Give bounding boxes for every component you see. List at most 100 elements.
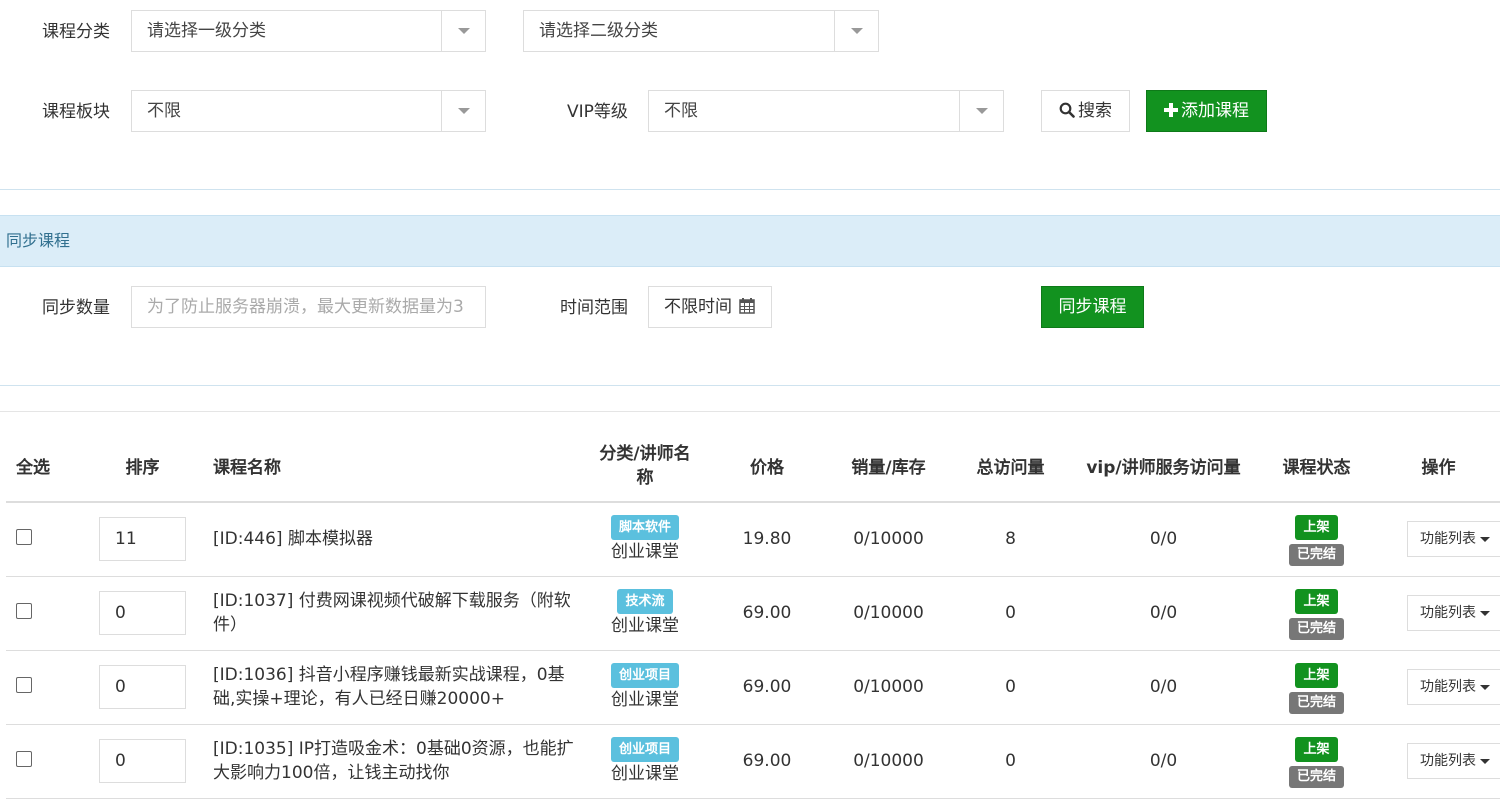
function-list-label: 功能列表 bbox=[1420, 605, 1476, 621]
sync-count-input[interactable]: 为了防止服务器崩溃，最大更新数据量为3 bbox=[131, 286, 486, 328]
status-done-badge: 已完结 bbox=[1288, 691, 1344, 714]
sales-cell: 0/10000 bbox=[827, 650, 950, 725]
table-header-row: 全选 排序 课程名称 分类/讲师名 称 价格 销量/库存 总访问量 vip/讲师… bbox=[6, 430, 1500, 503]
time-range-label: 时间范围 bbox=[560, 298, 628, 318]
function-list-dropdown[interactable]: 功能列表 bbox=[1407, 521, 1500, 558]
sales-header: 销量/库存 bbox=[827, 430, 950, 503]
vip-visits-cell: 0/0 bbox=[1071, 502, 1256, 577]
level2-category-value: 请选择二级分类 bbox=[539, 21, 658, 41]
teacher-name: 创业课堂 bbox=[611, 764, 679, 784]
price-cell: 69.00 bbox=[707, 650, 827, 725]
sort-header: 排序 bbox=[72, 430, 213, 503]
status-on-badge: 上架 bbox=[1295, 662, 1338, 688]
search-button[interactable]: 搜索 bbox=[1041, 90, 1130, 132]
chevron-down-icon bbox=[959, 91, 1003, 131]
price-header: 价格 bbox=[707, 430, 827, 503]
chevron-down-icon bbox=[834, 11, 878, 51]
divider bbox=[0, 189, 1500, 190]
level1-category-value: 请选择一级分类 bbox=[147, 21, 266, 41]
course-name: [ID:1036] 抖音小程序赚钱最新实战课程，0基础,实操+理论，有人已经日赚… bbox=[213, 665, 565, 709]
course-table: 全选 排序 课程名称 分类/讲师名 称 价格 销量/库存 总访问量 vip/讲师… bbox=[6, 430, 1500, 799]
divider bbox=[0, 411, 1500, 412]
caret-down-icon bbox=[1480, 610, 1490, 616]
sync-panel-header: 同步课程 bbox=[0, 215, 1500, 267]
sync-course-button[interactable]: 同步课程 bbox=[1041, 286, 1144, 328]
category-badge: 创业项目 bbox=[610, 663, 679, 688]
visits-cell: 0 bbox=[950, 576, 1071, 651]
teacher-name: 创业课堂 bbox=[611, 690, 679, 710]
table-row: 11 [ID:446] 脚本模拟器 脚本软件 创业课堂 19.80 0/1000… bbox=[6, 502, 1500, 577]
category-badge: 创业项目 bbox=[610, 737, 679, 762]
sync-panel-title: 同步课程 bbox=[6, 231, 71, 250]
block-select[interactable]: 不限 bbox=[131, 90, 486, 132]
course-name: [ID:1035] IP打造吸金术：0基础0资源，也能扩大影响力100倍，让钱主… bbox=[213, 739, 574, 783]
status-done-badge: 已完结 bbox=[1288, 617, 1344, 640]
caret-down-icon bbox=[1480, 758, 1490, 764]
sort-input[interactable]: 11 bbox=[99, 517, 186, 562]
time-range-value: 不限时间 bbox=[664, 297, 732, 317]
sort-input[interactable]: 0 bbox=[99, 739, 186, 783]
function-list-label: 功能列表 bbox=[1420, 679, 1476, 695]
category-header: 分类/讲师名 称 bbox=[583, 430, 707, 503]
select-all-header[interactable]: 全选 bbox=[6, 430, 72, 503]
level2-category-select[interactable]: 请选择二级分类 bbox=[523, 10, 879, 52]
caret-down-icon bbox=[1480, 684, 1490, 690]
add-course-label: 添加课程 bbox=[1181, 101, 1249, 121]
status-header: 课程状态 bbox=[1256, 430, 1377, 503]
visits-header: 总访问量 bbox=[950, 430, 1071, 503]
status-on-badge: 上架 bbox=[1295, 588, 1338, 614]
sort-input[interactable]: 0 bbox=[99, 591, 186, 635]
price-cell: 69.00 bbox=[707, 576, 827, 651]
course-name: [ID:1037] 付费网课视频代破解下载服务（附软件） bbox=[213, 591, 571, 635]
vip-value: 不限 bbox=[664, 101, 698, 121]
teacher-name: 创业课堂 bbox=[611, 616, 679, 636]
function-list-label: 功能列表 bbox=[1420, 531, 1476, 548]
sales-cell: 0/10000 bbox=[827, 576, 950, 651]
status-on-badge: 上架 bbox=[1295, 514, 1338, 540]
block-value: 不限 bbox=[147, 101, 181, 121]
row-checkbox[interactable] bbox=[16, 528, 32, 545]
price-cell: 19.80 bbox=[707, 502, 827, 577]
row-checkbox[interactable] bbox=[16, 676, 32, 693]
category-badge: 技术流 bbox=[617, 589, 673, 614]
chevron-down-icon bbox=[441, 91, 485, 131]
table-row: 0 [ID:1036] 抖音小程序赚钱最新实战课程，0基础,实操+理论，有人已经… bbox=[6, 650, 1500, 725]
plus-icon bbox=[1164, 103, 1178, 117]
calendar-icon bbox=[739, 298, 756, 314]
category-header-line1: 分类/讲师名 bbox=[599, 443, 691, 464]
sales-cell: 0/10000 bbox=[827, 502, 950, 577]
row-checkbox[interactable] bbox=[16, 750, 32, 767]
function-list-label: 功能列表 bbox=[1420, 753, 1476, 769]
block-label: 课程板块 bbox=[42, 102, 110, 122]
function-list-dropdown[interactable]: 功能列表 bbox=[1407, 743, 1500, 779]
status-done-badge: 已完结 bbox=[1288, 765, 1344, 788]
add-course-button[interactable]: 添加课程 bbox=[1146, 90, 1267, 132]
vip-select[interactable]: 不限 bbox=[648, 90, 1004, 132]
category-label: 课程分类 bbox=[42, 22, 110, 42]
teacher-name: 创业课堂 bbox=[611, 542, 679, 563]
function-list-dropdown[interactable]: 功能列表 bbox=[1407, 669, 1500, 705]
category-header-line2: 称 bbox=[636, 467, 654, 488]
chevron-down-icon bbox=[441, 11, 485, 51]
function-list-dropdown[interactable]: 功能列表 bbox=[1407, 595, 1500, 631]
vip-visits-cell: 0/0 bbox=[1071, 576, 1256, 651]
search-label: 搜索 bbox=[1078, 101, 1112, 121]
sync-count-placeholder: 为了防止服务器崩溃，最大更新数据量为3 bbox=[147, 297, 464, 317]
divider bbox=[0, 385, 1500, 386]
caret-down-icon bbox=[1480, 536, 1490, 542]
row-checkbox[interactable] bbox=[16, 602, 32, 619]
sort-input[interactable]: 0 bbox=[99, 665, 186, 709]
time-range-input[interactable]: 不限时间 bbox=[648, 286, 772, 328]
level1-category-select[interactable]: 请选择一级分类 bbox=[131, 10, 486, 52]
vip-visits-header: vip/讲师服务访问量 bbox=[1071, 430, 1256, 503]
search-icon bbox=[1059, 102, 1075, 118]
sync-count-label: 同步数量 bbox=[42, 298, 110, 318]
category-badge: 脚本软件 bbox=[610, 515, 679, 541]
visits-cell: 8 bbox=[950, 502, 1071, 577]
status-on-badge: 上架 bbox=[1295, 736, 1338, 762]
table-row: 0 [ID:1037] 付费网课视频代破解下载服务（附软件） 技术流 创业课堂 … bbox=[6, 576, 1500, 651]
ops-header: 操作 bbox=[1377, 430, 1500, 503]
vip-label: VIP等级 bbox=[567, 102, 628, 122]
vip-visits-cell: 0/0 bbox=[1071, 650, 1256, 725]
name-header: 课程名称 bbox=[213, 430, 583, 503]
